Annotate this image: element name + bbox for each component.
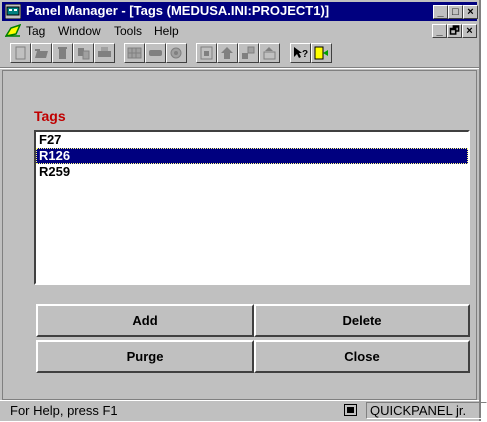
toolbar: ? — [2, 40, 477, 66]
up-arrow-icon[interactable] — [217, 43, 238, 63]
tag-icon[interactable] — [145, 43, 166, 63]
export-icon[interactable] — [259, 43, 280, 63]
status-help-text: For Help, press F1 — [10, 403, 118, 418]
maximize-button[interactable]: □ — [448, 5, 463, 19]
svg-text:?: ? — [302, 49, 308, 60]
cut-paste-icon[interactable] — [73, 43, 94, 63]
settings-icon[interactable] — [166, 43, 187, 63]
layout-icon[interactable] — [238, 43, 259, 63]
close-button[interactable]: × — [463, 5, 478, 19]
delete-button[interactable]: Delete — [254, 304, 470, 337]
grid-icon[interactable] — [124, 43, 145, 63]
list-item[interactable]: R259 — [36, 164, 468, 180]
purge-button[interactable]: Purge — [36, 340, 254, 373]
menu-item-help[interactable]: Help — [154, 24, 179, 38]
context-help-icon[interactable]: ? — [290, 43, 311, 63]
list-item-selected[interactable]: R126 — [36, 148, 468, 164]
menu-bar: Tag Window Tools Help _ 🗗 × — [2, 22, 477, 40]
panel-manager-window: Panel Manager - [Tags (MEDUSA.INI:PROJEC… — [0, 0, 481, 421]
add-button[interactable]: Add — [36, 304, 254, 337]
close-dialog-button[interactable]: Close — [254, 340, 470, 373]
new-icon[interactable] — [10, 43, 31, 63]
window-title: Panel Manager - [Tags (MEDUSA.INI:PROJEC… — [26, 3, 330, 18]
status-indicator-icon — [344, 404, 357, 416]
child-minimize-button[interactable]: _ — [432, 24, 447, 38]
toolbar-separator — [0, 67, 479, 69]
child-close-button[interactable]: × — [462, 24, 477, 38]
menu-item-tag[interactable]: Tag — [26, 24, 45, 38]
child-restore-button[interactable]: 🗗 — [447, 24, 462, 38]
list-item[interactable]: F27 — [36, 132, 468, 148]
print-icon[interactable] — [94, 43, 115, 63]
app-icon[interactable] — [4, 3, 22, 20]
document-icon[interactable] — [4, 23, 22, 41]
menu-item-window[interactable]: Window — [58, 24, 101, 38]
open-icon[interactable] — [31, 43, 52, 63]
bring-front-icon[interactable] — [196, 43, 217, 63]
minimize-button[interactable]: _ — [433, 5, 448, 19]
delete-icon[interactable] — [52, 43, 73, 63]
status-pane: QUICKPANEL jr. — [366, 402, 487, 419]
title-bar[interactable]: Panel Manager - [Tags (MEDUSA.INI:PROJEC… — [2, 2, 478, 21]
exit-icon[interactable] — [311, 43, 332, 63]
menu-item-tools[interactable]: Tools — [114, 24, 142, 38]
tags-listbox[interactable]: F27 R126 R259 — [34, 130, 470, 285]
tags-label: Tags — [34, 108, 66, 124]
